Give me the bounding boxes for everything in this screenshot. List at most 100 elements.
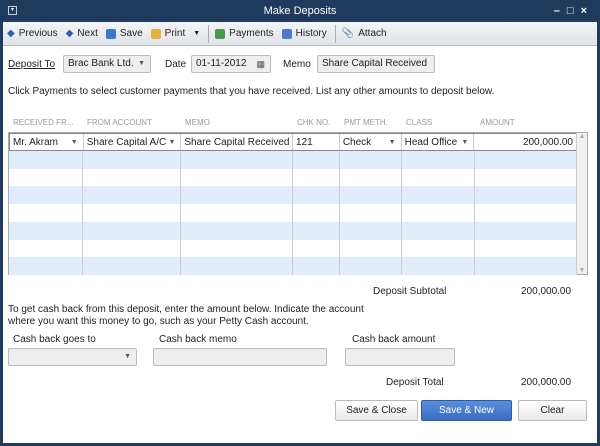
table-cell[interactable] xyxy=(402,239,475,258)
col-memo[interactable]: MEMO xyxy=(185,118,210,127)
table-cell[interactable] xyxy=(402,150,475,169)
table-row[interactable] xyxy=(9,257,577,276)
from-account-cell[interactable]: Share Capital A/C ▼ xyxy=(84,134,182,150)
print-button[interactable]: Print ▼ xyxy=(150,28,200,39)
save-new-button[interactable]: Save & New xyxy=(421,400,512,421)
table-cell[interactable] xyxy=(475,240,577,258)
col-class[interactable]: CLASS xyxy=(406,118,432,127)
table-cell[interactable] xyxy=(83,257,181,276)
table-cell[interactable] xyxy=(293,239,340,258)
table-row[interactable] xyxy=(9,204,577,222)
memo-field[interactable]: Share Capital Received xyxy=(317,55,435,73)
chevron-down-icon[interactable]: ▼ xyxy=(193,30,200,37)
cashback-text: To get cash back from this deposit, ente… xyxy=(8,304,364,315)
deposit-to-label: Deposit To xyxy=(8,59,56,70)
calendar-icon[interactable]: ▦ xyxy=(256,56,265,72)
table-cell[interactable] xyxy=(83,168,181,187)
table-cell[interactable] xyxy=(9,168,83,187)
table-cell[interactable] xyxy=(293,150,340,169)
table-cell[interactable] xyxy=(9,150,83,169)
table-cell[interactable] xyxy=(181,150,293,169)
table-cell[interactable] xyxy=(340,221,402,240)
table-cell[interactable] xyxy=(181,204,293,222)
pmt-meth-cell[interactable]: Check ▼ xyxy=(340,134,402,150)
table-row[interactable] xyxy=(9,221,577,240)
table-cell[interactable] xyxy=(340,168,402,187)
table-cell[interactable] xyxy=(402,221,475,240)
minimize-icon[interactable]: – xyxy=(554,5,567,17)
table-row[interactable] xyxy=(9,168,577,187)
maximize-icon[interactable]: □ xyxy=(567,5,581,17)
table-cell[interactable] xyxy=(293,204,340,222)
table-cell[interactable] xyxy=(9,239,83,258)
col-amount[interactable]: AMOUNT xyxy=(480,118,515,127)
history-icon xyxy=(281,28,292,39)
cashback-amount-field[interactable] xyxy=(345,348,455,366)
table-cell[interactable] xyxy=(83,186,181,205)
table-cell[interactable] xyxy=(402,204,475,222)
table-cell[interactable] xyxy=(83,150,181,169)
table-row[interactable] xyxy=(9,239,577,258)
close-icon[interactable]: × xyxy=(581,5,594,17)
table-cell[interactable] xyxy=(181,168,293,187)
table-cell[interactable] xyxy=(475,222,577,240)
table-cell[interactable] xyxy=(181,221,293,240)
table-cell[interactable] xyxy=(83,221,181,240)
previous-button[interactable]: ◆ Previous xyxy=(7,28,58,39)
table-cell[interactable] xyxy=(9,204,83,222)
table-cell[interactable] xyxy=(402,257,475,276)
table-cell[interactable] xyxy=(475,186,577,204)
table-cell[interactable] xyxy=(402,168,475,187)
table-cell[interactable] xyxy=(181,257,293,276)
cashback-goes-to-label: Cash back goes to xyxy=(13,334,96,345)
make-deposits-window: ▾ Make Deposits –□× ◆ Previous ◆ Next Save… xyxy=(0,0,600,443)
date-field[interactable]: 01-11-2012 ▦ xyxy=(191,55,271,73)
table-row[interactable] xyxy=(9,186,577,205)
table-cell[interactable] xyxy=(340,150,402,169)
scrollbar[interactable]: ▲ ▼ xyxy=(576,133,587,274)
table-cell[interactable] xyxy=(9,257,83,276)
system-menu-icon[interactable]: ▾ xyxy=(8,6,17,15)
payments-button[interactable]: Payments xyxy=(215,28,274,39)
history-button[interactable]: History xyxy=(281,28,327,39)
cashback-memo-field[interactable] xyxy=(153,348,327,366)
table-cell[interactable] xyxy=(340,257,402,276)
deposit-to-dropdown[interactable]: Brac Bank Ltd. ▼ xyxy=(63,55,151,73)
cashback-goes-to-dropdown[interactable]: ▼ xyxy=(8,348,137,366)
table-cell[interactable] xyxy=(293,221,340,240)
table-cell[interactable] xyxy=(293,186,340,205)
table-cell[interactable] xyxy=(340,204,402,222)
table-cell[interactable] xyxy=(83,239,181,258)
col-chk-no[interactable]: CHK NO. xyxy=(297,118,330,127)
table-cell[interactable] xyxy=(83,204,181,222)
table-cell[interactable] xyxy=(9,221,83,240)
col-received-from[interactable]: RECEIVED FR... xyxy=(13,118,73,127)
table-cell[interactable] xyxy=(475,169,577,187)
attach-button[interactable]: 📎 Attach xyxy=(342,28,387,39)
subtotal-value: 200,000.00 xyxy=(521,286,572,297)
memo-cell[interactable]: Share Capital Received xyxy=(181,134,293,150)
table-cell[interactable] xyxy=(293,168,340,187)
table-cell[interactable] xyxy=(340,239,402,258)
table-cell[interactable] xyxy=(475,257,577,275)
table-cell[interactable] xyxy=(181,186,293,205)
table-cell[interactable] xyxy=(181,239,293,258)
table-cell[interactable] xyxy=(475,151,577,169)
table-cell[interactable] xyxy=(293,257,340,276)
received-from-cell[interactable]: Mr. Akram ▼ xyxy=(10,134,84,150)
class-cell[interactable]: Head Office ▼ xyxy=(402,134,475,150)
chk-no-cell[interactable]: 121 xyxy=(293,134,340,150)
save-close-button[interactable]: Save & Close xyxy=(335,400,418,421)
table-cell[interactable] xyxy=(402,186,475,205)
amount-cell[interactable]: 200,000.00 xyxy=(474,134,576,150)
col-from-account[interactable]: FROM ACCOUNT xyxy=(87,118,152,127)
table-cell[interactable] xyxy=(9,186,83,205)
table-row[interactable] xyxy=(9,150,577,169)
next-button[interactable]: ◆ Next xyxy=(66,28,98,39)
table-cell[interactable] xyxy=(340,186,402,205)
table-row[interactable]: Mr. Akram ▼ Share Capital A/C ▼ Share Capi… xyxy=(9,133,577,151)
col-pmt-meth[interactable]: PMT METH. xyxy=(344,118,388,127)
save-button[interactable]: Save xyxy=(105,28,143,39)
table-cell[interactable] xyxy=(475,204,577,222)
clear-button[interactable]: Clear xyxy=(518,400,587,421)
